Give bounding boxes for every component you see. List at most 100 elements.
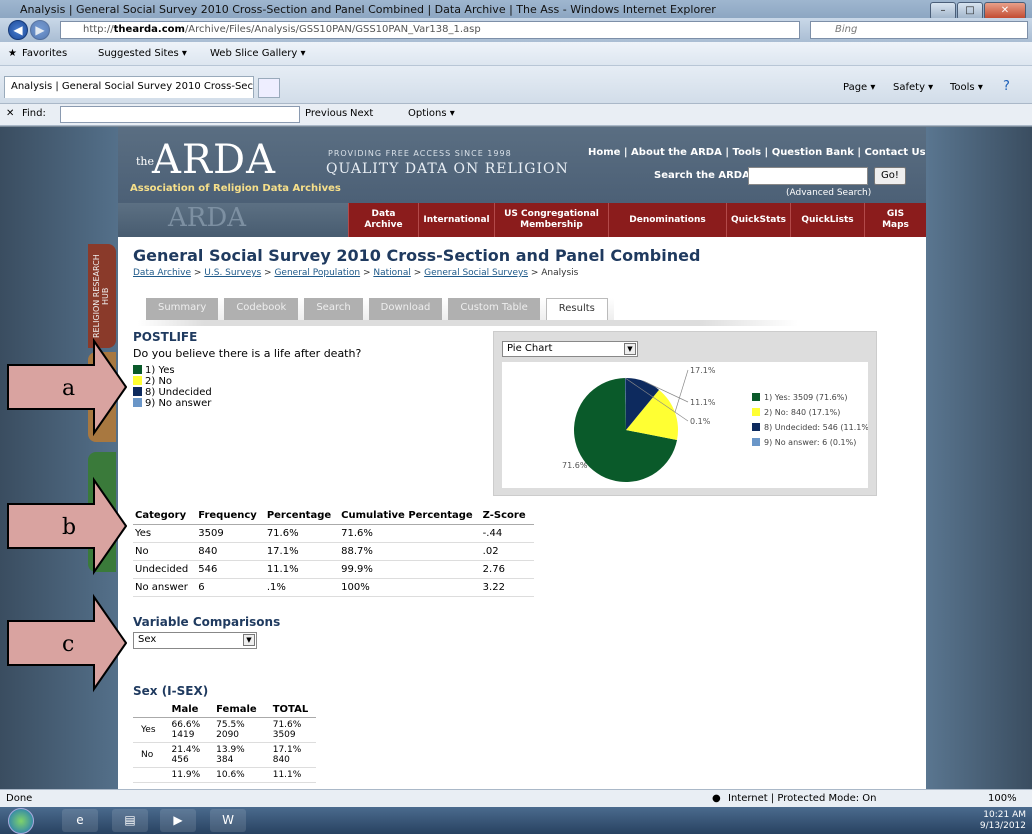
pie-legend-swatch [752,393,760,401]
legend-label: 8) Undecided [145,387,212,398]
breadcrumb-link[interactable]: U.S. Surveys [204,268,261,278]
tab-results[interactable]: Results [545,298,608,320]
research-hub-tab[interactable]: RELIGION RESEARCH HUB [88,244,116,348]
tab-analysis[interactable]: Analysis | General Social Survey 2010 Cr… [4,76,254,98]
find-input[interactable] [60,106,300,123]
nav-item-2[interactable]: US Congregational Membership [494,203,608,237]
chevron-down-icon[interactable]: ▼ [243,634,255,646]
new-tab-button[interactable] [258,78,280,98]
analysis-tabs: Summary Codebook Search Download Custom Tabl… [146,298,614,320]
pie-data-label: 0.1% [690,417,711,426]
comparison-value: Sex [138,634,157,645]
suggested-sites-link[interactable]: Suggested Sites ▾ [98,48,187,59]
breadcrumb-link[interactable]: National [373,268,411,278]
go-button[interactable]: Go! [874,167,906,185]
table-cell: 99.9% [339,560,481,579]
crosstab-percent: 11.1% [272,770,302,780]
tab-download[interactable]: Download [368,298,443,320]
find-label: Find: [22,108,46,119]
favorites-button[interactable]: Favorites [22,48,67,59]
pie-legend-label: 1) Yes: 3509 (71.6%) [764,393,847,402]
crosstab-cell: 11.9% [163,767,209,783]
crosstab-percent: 10.6% [216,770,245,780]
column-header: Percentage [264,507,340,525]
breadcrumb-link[interactable]: General Social Surveys [424,268,528,278]
tab-codebook[interactable]: Codebook [224,298,299,320]
crosstab-row: Yes 66.6% 1419 75.5% 2090 71.6% 3509 [133,717,317,743]
search-placeholder: Bing [835,24,858,35]
nav-item-1[interactable]: International [418,203,494,237]
column-header: Category [133,507,197,525]
nav-item-label: QuickStats [731,214,786,225]
nav-item-5[interactable]: QuickLists [790,203,864,237]
nav-item-label: QuickLists [801,214,854,225]
chevron-down-icon[interactable]: ▼ [624,343,636,355]
comparison-select[interactable]: Sex ▼ [133,632,257,649]
tools-menu[interactable]: Tools ▾ [950,82,983,93]
favorites-star-icon[interactable]: ★ [8,48,17,59]
start-button[interactable] [8,808,34,834]
find-next-button[interactable]: Next [350,108,373,119]
nav-logo-reflection: ARDA [118,203,348,237]
media-player-taskbar-icon[interactable]: ▶ [160,809,196,832]
tab-bar: Analysis | General Social Survey 2010 Cr… [0,66,1032,104]
word-taskbar-icon[interactable]: W [210,809,246,832]
table-cell: 71.6% [264,524,340,543]
sex-crosstab-heading: Sex (I-SEX) [133,684,209,698]
status-text: Done [6,793,33,804]
response-legend: 1) Yes 2) No 8) Undecided 9) No answer [133,365,212,409]
tab-search[interactable]: Search [304,298,363,320]
ie-taskbar-icon[interactable]: e [62,809,98,832]
close-find-icon[interactable]: ✕ [6,108,14,119]
breadcrumb-link[interactable]: Data Archive [133,268,191,278]
web-slice-link[interactable]: Web Slice Gallery ▾ [210,48,306,59]
page-menu[interactable]: Page ▾ [843,82,875,93]
crosstab-count: 456 [171,755,189,765]
back-button[interactable]: ◀ [8,20,28,40]
forward-button[interactable]: ▶ [30,20,50,40]
pie-chart: 71.6% 17.1% 11.1% 0.1% 1) Yes: 3509 (71.6%) 2… [562,366,872,482]
crosstab-percent: 21.4% [171,745,201,755]
nav-item-0[interactable]: Data Archive [348,203,418,237]
advanced-search-link[interactable]: (Advanced Search) [786,188,871,198]
nav-item-4[interactable]: QuickStats [726,203,790,237]
clock[interactable]: 10:21 AM 9/13/2012 [980,810,1026,832]
security-zone[interactable]: Internet | Protected Mode: On [728,793,876,804]
logo[interactable]: ARDA [152,137,276,183]
tab-summary[interactable]: Summary [146,298,219,320]
find-options-button[interactable]: Options ▾ [408,108,455,119]
breadcrumb-link[interactable]: General Population [274,268,360,278]
safety-menu[interactable]: Safety ▾ [893,82,933,93]
logo-reflection: ARDA [168,203,246,233]
url-field[interactable]: http://thearda.com/Archive/Files/Analysi… [60,21,800,39]
explorer-taskbar-icon[interactable]: ▤ [112,809,148,832]
crosstab-label: No [133,742,164,768]
top-links[interactable]: Home | About the ARDA | Tools | Question… [588,147,926,158]
crosstab-cell: 71.6% 3509 [264,717,317,743]
crosstab-count: 2090 [216,730,240,740]
annotation-arrow-b: b [2,476,128,576]
variable-name: POSTLIFE [133,330,198,344]
arrow-shape: a [7,337,128,437]
crosstab-count: 3509 [272,730,296,740]
site-search-input[interactable] [748,167,868,185]
table-cell: 2.76 [480,560,534,579]
table-cell: No [133,542,197,561]
tab-custom-table[interactable]: Custom Table [448,298,540,320]
legend-item: 9) No answer [133,398,212,409]
nav-item-3[interactable]: Denominations [608,203,726,237]
pie-legend-label: 9) No answer: 6 (0.1%) [764,438,856,447]
nav-item-6[interactable]: GIS Maps [864,203,926,237]
page-right-background [926,127,1032,789]
site-search-label: Search the ARDA [654,170,750,181]
search-box[interactable]: Bing [810,21,1028,39]
favorites-bar: ★ Favorites Suggested Sites ▾ Web Slice … [0,42,1032,66]
find-previous-button[interactable]: Previous [305,108,347,119]
zoom-level[interactable]: 100% [988,793,1017,804]
variable-comparisons-heading: Variable Comparisons [133,615,281,629]
help-icon[interactable]: ? [1003,79,1010,94]
question-text: Do you believe there is a life after dea… [133,347,362,360]
nav-item-label: GIS Maps [882,209,909,230]
nav-item-label: Denominations [629,214,706,225]
chart-type-select[interactable]: Pie Chart ▼ [502,341,638,357]
